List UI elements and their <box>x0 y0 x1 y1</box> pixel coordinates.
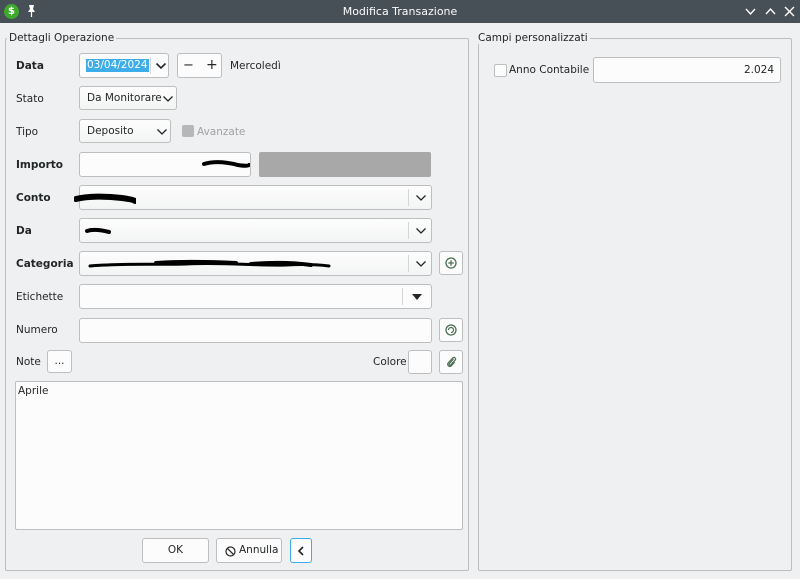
redacted-mark <box>202 160 250 168</box>
annulla-label: Annulla <box>239 544 279 556</box>
attach-button[interactable] <box>439 350 463 374</box>
chevron-down-icon <box>416 195 426 201</box>
chevron-down-icon <box>157 129 167 135</box>
chevron-down-icon[interactable] <box>412 294 422 300</box>
redacted-mark <box>85 227 111 234</box>
campi-personalizzati-group <box>478 38 792 571</box>
annulla-button[interactable]: Annulla <box>216 538 282 563</box>
dettagli-operazione-title: Dettagli Operazione <box>7 32 117 44</box>
cancel-icon <box>225 546 236 557</box>
stato-label: Stato <box>16 93 44 105</box>
refresh-circle-icon <box>445 324 457 336</box>
note-text: Aprile <box>18 385 49 397</box>
etichette-input[interactable] <box>79 284 432 309</box>
ok-button[interactable]: OK <box>142 538 209 563</box>
conto-label: Conto <box>16 192 51 204</box>
importo-secondary-field <box>259 152 431 177</box>
date-input[interactable]: 03/04/2024 <box>79 53 169 78</box>
date-stepper[interactable]: − + <box>177 53 222 78</box>
note-label: Note <box>16 356 41 368</box>
close-icon[interactable] <box>783 5 796 18</box>
avanzate-label: Avanzate <box>197 126 246 138</box>
tipo-value: Deposito <box>87 125 134 137</box>
chevron-left-icon <box>297 546 304 556</box>
collapse-panel-button[interactable] <box>290 538 312 563</box>
title-bar: $ Modifica Transazione <box>0 0 800 23</box>
date-minus-button[interactable]: − <box>183 58 194 73</box>
weekday-label: Mercoledì <box>230 60 281 72</box>
chevron-down-icon <box>416 261 426 267</box>
anno-contabile-label: Anno Contabile <box>509 64 590 76</box>
maximize-icon[interactable] <box>764 5 777 18</box>
chevron-down-icon[interactable] <box>155 62 167 70</box>
categoria-select[interactable] <box>79 251 432 276</box>
minimize-icon[interactable] <box>744 5 757 18</box>
ok-label: OK <box>167 544 184 556</box>
window-title: Modifica Transazione <box>342 5 458 18</box>
data-label: Data <box>16 60 44 72</box>
add-categoria-button[interactable] <box>439 251 463 275</box>
redacted-mark <box>74 193 136 204</box>
anno-contabile-checkbox[interactable] <box>494 64 507 77</box>
note-dots-button[interactable]: ... <box>47 350 72 373</box>
anno-contabile-value: 2.024 <box>743 64 774 76</box>
chevron-down-icon <box>163 96 173 102</box>
stato-value: Da Monitorare <box>87 92 162 104</box>
numero-auto-button[interactable] <box>439 318 463 342</box>
importo-label: Importo <box>16 159 63 171</box>
redacted-mark <box>88 259 331 268</box>
da-label: Da <box>16 225 32 237</box>
stato-select[interactable]: Da Monitorare <box>79 86 177 110</box>
plus-circle-icon <box>445 257 457 269</box>
colore-label: Colore <box>373 356 407 368</box>
avanzate-checkbox[interactable] <box>182 125 194 137</box>
campi-personalizzati-title: Campi personalizzati <box>476 32 590 44</box>
chevron-down-icon <box>416 228 426 234</box>
tipo-select[interactable]: Deposito <box>79 119 171 143</box>
note-textarea[interactable]: Aprile <box>15 381 463 530</box>
paperclip-icon <box>447 356 457 368</box>
date-value: 03/04/2024 <box>86 59 149 72</box>
tipo-label: Tipo <box>16 126 39 138</box>
date-plus-button[interactable]: + <box>206 57 218 73</box>
etichette-label: Etichette <box>16 291 64 303</box>
numero-label: Numero <box>16 324 58 336</box>
da-select[interactable] <box>79 218 432 243</box>
conto-select[interactable] <box>74 185 432 210</box>
importo-input[interactable] <box>79 152 251 177</box>
colore-button[interactable] <box>408 350 432 374</box>
numero-input[interactable] <box>79 318 432 343</box>
categoria-label: Categoria <box>16 258 74 270</box>
anno-contabile-input[interactable]: 2.024 <box>593 57 781 83</box>
